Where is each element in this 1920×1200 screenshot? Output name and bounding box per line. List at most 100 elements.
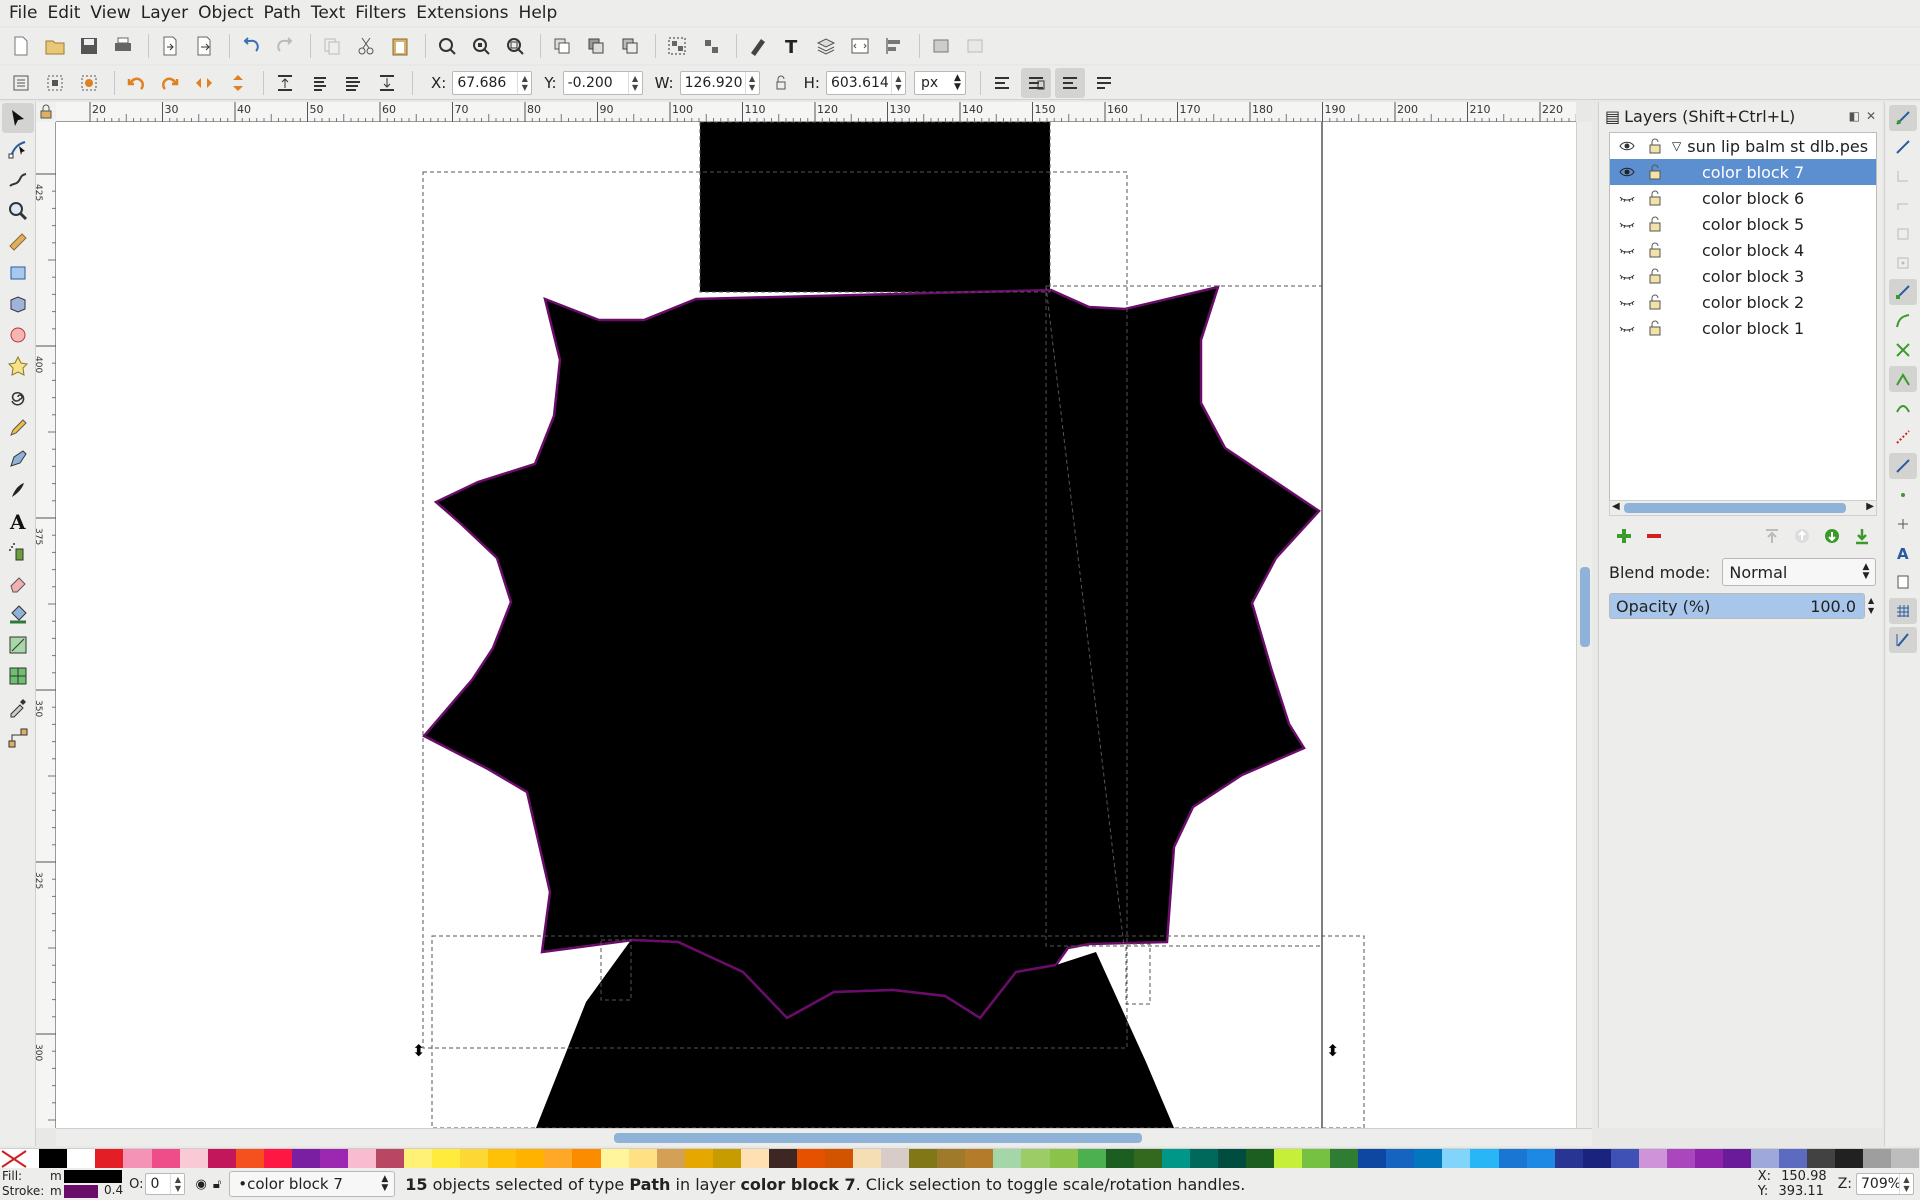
unlock-icon[interactable] — [1644, 138, 1666, 154]
color-swatch[interactable] — [1302, 1149, 1331, 1169]
lock-guides-icon[interactable] — [36, 102, 56, 122]
document-properties-icon[interactable] — [960, 31, 990, 61]
raise-layer-top-icon[interactable] — [1757, 523, 1787, 549]
color-swatch[interactable] — [1105, 1149, 1134, 1169]
color-swatch[interactable] — [432, 1149, 461, 1169]
color-swatch[interactable] — [179, 1149, 208, 1169]
snap-toggle-icon[interactable] — [1889, 105, 1917, 131]
menu-layer[interactable]: Layer — [136, 0, 193, 26]
pen-tool-icon[interactable] — [2, 444, 34, 474]
menu-object[interactable]: Object — [193, 0, 258, 26]
transform-gradients-icon[interactable] — [1054, 67, 1085, 98]
eye-closed-icon[interactable] — [1616, 268, 1638, 284]
expander-icon[interactable]: ▽ — [1672, 139, 1681, 153]
opacity-slider[interactable]: Opacity (%) 100.0 — [1609, 593, 1865, 619]
horizontal-scroll-thumb[interactable] — [614, 1133, 1142, 1143]
color-swatch[interactable] — [460, 1149, 489, 1169]
import-icon[interactable] — [155, 31, 185, 61]
color-swatch[interactable] — [151, 1149, 180, 1169]
color-swatch[interactable] — [95, 1149, 124, 1169]
select-all-layers-icon[interactable] — [40, 68, 70, 98]
menu-edit[interactable]: Edit — [42, 0, 85, 26]
scale-handle-right-icon[interactable]: ⬍ — [1326, 1041, 1339, 1060]
snap-center-icon[interactable] — [1889, 482, 1917, 508]
lower-to-bottom-icon[interactable] — [372, 68, 402, 98]
snap-bbox-edge-icon[interactable] — [1889, 163, 1917, 189]
h-spin-arrows[interactable]: ▲ ▼ — [890, 71, 905, 94]
snap-bbox-mid-icon[interactable] — [1889, 221, 1917, 247]
h-spinbox[interactable]: ▲▼ — [825, 70, 906, 95]
opacity-status-input[interactable] — [146, 1174, 171, 1194]
color-swatch[interactable] — [1582, 1149, 1611, 1169]
unlock-icon[interactable] — [1644, 164, 1666, 180]
color-swatch[interactable] — [291, 1149, 320, 1169]
unlink-clone-icon[interactable] — [615, 31, 645, 61]
color-swatch[interactable] — [1386, 1149, 1415, 1169]
color-swatch[interactable] — [376, 1149, 405, 1169]
color-swatch[interactable] — [656, 1149, 685, 1169]
snap-bbox-corner-icon[interactable] — [1889, 192, 1917, 218]
redo-icon[interactable] — [270, 31, 300, 61]
copy-icon[interactable] — [317, 31, 347, 61]
snap-rotation-center-icon[interactable] — [1889, 511, 1917, 537]
color-swatch[interactable] — [516, 1149, 545, 1169]
top-block-shape[interactable] — [700, 122, 1050, 292]
lower-layer-bottom-icon[interactable] — [1847, 523, 1877, 549]
calligraphy-tool-icon[interactable] — [2, 475, 34, 505]
eraser-tool-icon[interactable] — [2, 568, 34, 598]
sun-star-shape[interactable] — [422, 285, 1321, 1020]
horizontal-ruler[interactable]: 20 30 40 50 60 70 80 90 100 110 120 130 140 150 160 170… — [56, 102, 1606, 122]
color-swatch[interactable] — [1891, 1149, 1920, 1169]
horizontal-scrollbar[interactable] — [56, 1128, 1592, 1146]
spiral-tool-icon[interactable] — [2, 382, 34, 412]
color-swatch[interactable] — [1245, 1149, 1275, 1169]
selector-tool-icon[interactable] — [2, 103, 34, 133]
snap-text-baseline-icon[interactable]: A — [1889, 540, 1917, 566]
snap-page-border-icon[interactable] — [1889, 569, 1917, 595]
opacity-status-arrows[interactable]: ▲ ▼ — [170, 1174, 184, 1194]
color-swatch[interactable] — [881, 1149, 910, 1169]
save-icon[interactable] — [74, 31, 104, 61]
color-swatch[interactable] — [712, 1149, 741, 1169]
zoom-input[interactable] — [1857, 1174, 1899, 1194]
spray-tool-icon[interactable] — [2, 537, 34, 567]
w-spin-arrows[interactable]: ▲ ▼ — [744, 71, 759, 94]
3d-box-tool-icon[interactable] — [2, 289, 34, 319]
tweak-tool-icon[interactable] — [2, 165, 34, 195]
opacity-spin-arrows[interactable]: ▲ ▼ — [1868, 596, 1874, 616]
lock-ratio-icon[interactable] — [766, 68, 796, 98]
unlock-icon[interactable] — [1644, 242, 1666, 258]
unlock-icon[interactable] — [1644, 294, 1666, 310]
unlock-icon[interactable] — [1644, 268, 1666, 284]
ellipse-tool-icon[interactable] — [2, 320, 34, 350]
flip-horizontal-icon[interactable] — [189, 68, 219, 98]
remove-layer-icon[interactable] — [1639, 523, 1669, 549]
color-swatch[interactable] — [909, 1149, 938, 1169]
zoom-drawing-icon[interactable] — [466, 31, 496, 61]
export-icon[interactable] — [189, 31, 219, 61]
color-swatch[interactable] — [1133, 1149, 1162, 1169]
transform-patterns-icon[interactable] — [1089, 68, 1119, 98]
lower-layer-icon[interactable] — [1817, 523, 1847, 549]
eye-icon[interactable] — [1616, 138, 1638, 154]
node-tool-icon[interactable] — [2, 134, 34, 164]
rotate-ccw-icon[interactable] — [121, 68, 151, 98]
current-layer-select[interactable]: •color block 7 ▲ ▼ — [229, 1171, 396, 1197]
scale-handle-left-icon[interactable]: ⬍ — [412, 1041, 425, 1060]
color-swatch[interactable] — [67, 1149, 96, 1169]
vertical-scrollbar[interactable] — [1576, 122, 1592, 1128]
snap-midpoints-icon[interactable] — [1889, 424, 1917, 450]
snap-guide-icon[interactable] — [1889, 627, 1917, 653]
mesh-tool-icon[interactable] — [2, 661, 34, 691]
menu-extensions[interactable]: Extensions — [411, 0, 513, 26]
layer-row[interactable]: color block 3 — [1610, 263, 1876, 289]
eye-icon[interactable] — [1616, 164, 1638, 180]
eye-closed-icon[interactable] — [1616, 190, 1638, 206]
color-swatch[interactable] — [1554, 1149, 1583, 1169]
color-swatch[interactable] — [1470, 1149, 1499, 1169]
color-swatch[interactable] — [1779, 1149, 1808, 1169]
unlock-icon[interactable] — [1644, 216, 1666, 232]
layer-row[interactable]: color block 4 — [1610, 237, 1876, 263]
dropper-tool-icon[interactable] — [2, 692, 34, 722]
connector-tool-icon[interactable] — [2, 723, 34, 753]
